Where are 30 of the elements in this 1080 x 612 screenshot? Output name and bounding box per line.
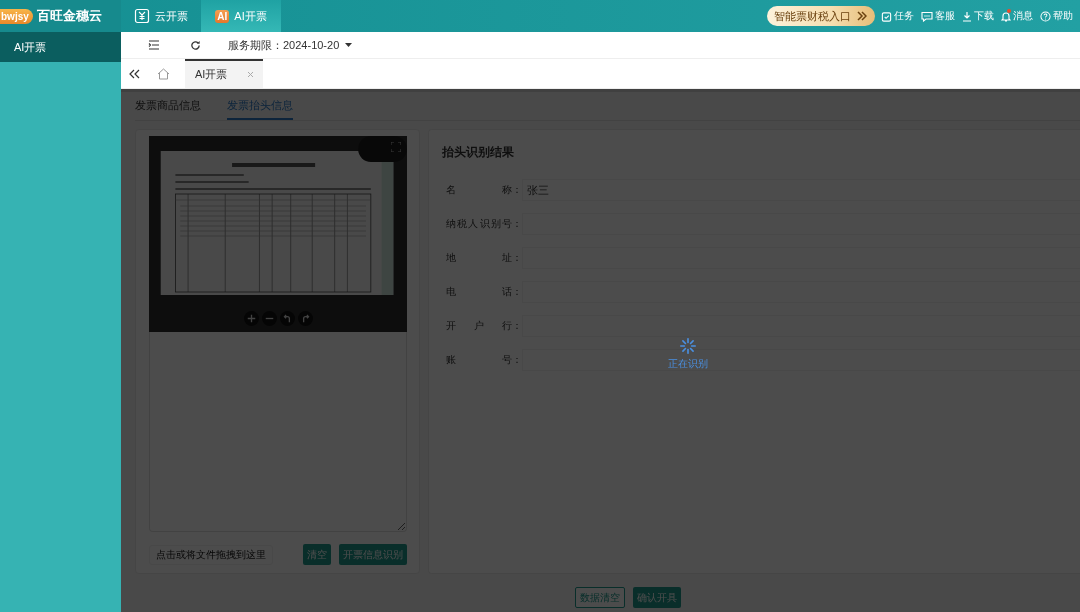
header-link[interactable]: 帮助 [1040, 0, 1073, 32]
spinner-icon [679, 337, 697, 355]
top-tab[interactable]: 云开票 [121, 0, 201, 32]
loading-text: 正在识别 [668, 357, 708, 371]
home-icon[interactable] [157, 67, 170, 80]
download-icon [962, 10, 972, 22]
double-chevron-icon [857, 11, 867, 21]
header-link[interactable]: 任务 [881, 0, 914, 32]
menu-icon[interactable] [148, 40, 160, 50]
page-tab[interactable]: AI开票 [185, 59, 264, 88]
sidebar-item[interactable]: AI开票 [0, 32, 121, 62]
header-link[interactable]: 消息 [1001, 0, 1033, 32]
header-link[interactable]: 客服 [921, 0, 955, 32]
help-icon [1040, 10, 1051, 22]
chat-icon [921, 10, 933, 22]
section-title: 抬头识别结果 [442, 144, 515, 161]
invoice-icon [134, 8, 150, 24]
logo-badge: bwjsy [0, 8, 33, 24]
collapse-icon[interactable] [129, 68, 140, 79]
clipboard-icon [881, 10, 892, 22]
bell-icon [1001, 10, 1011, 22]
refresh-icon[interactable] [190, 39, 201, 51]
caret-icon [345, 42, 353, 48]
ai-badge: AI [215, 9, 230, 23]
top-tab[interactable]: AI AI开票 [201, 0, 281, 32]
page-tab-label: AI开票 [195, 67, 228, 82]
promo-button[interactable]: 智能票财税入口 [767, 6, 875, 26]
service-period-dropdown[interactable]: 服务期限：2024-10-20 [228, 37, 353, 53]
header-link[interactable]: 下载 [962, 0, 994, 32]
brand-name: 百旺金穗云 [36, 7, 102, 25]
